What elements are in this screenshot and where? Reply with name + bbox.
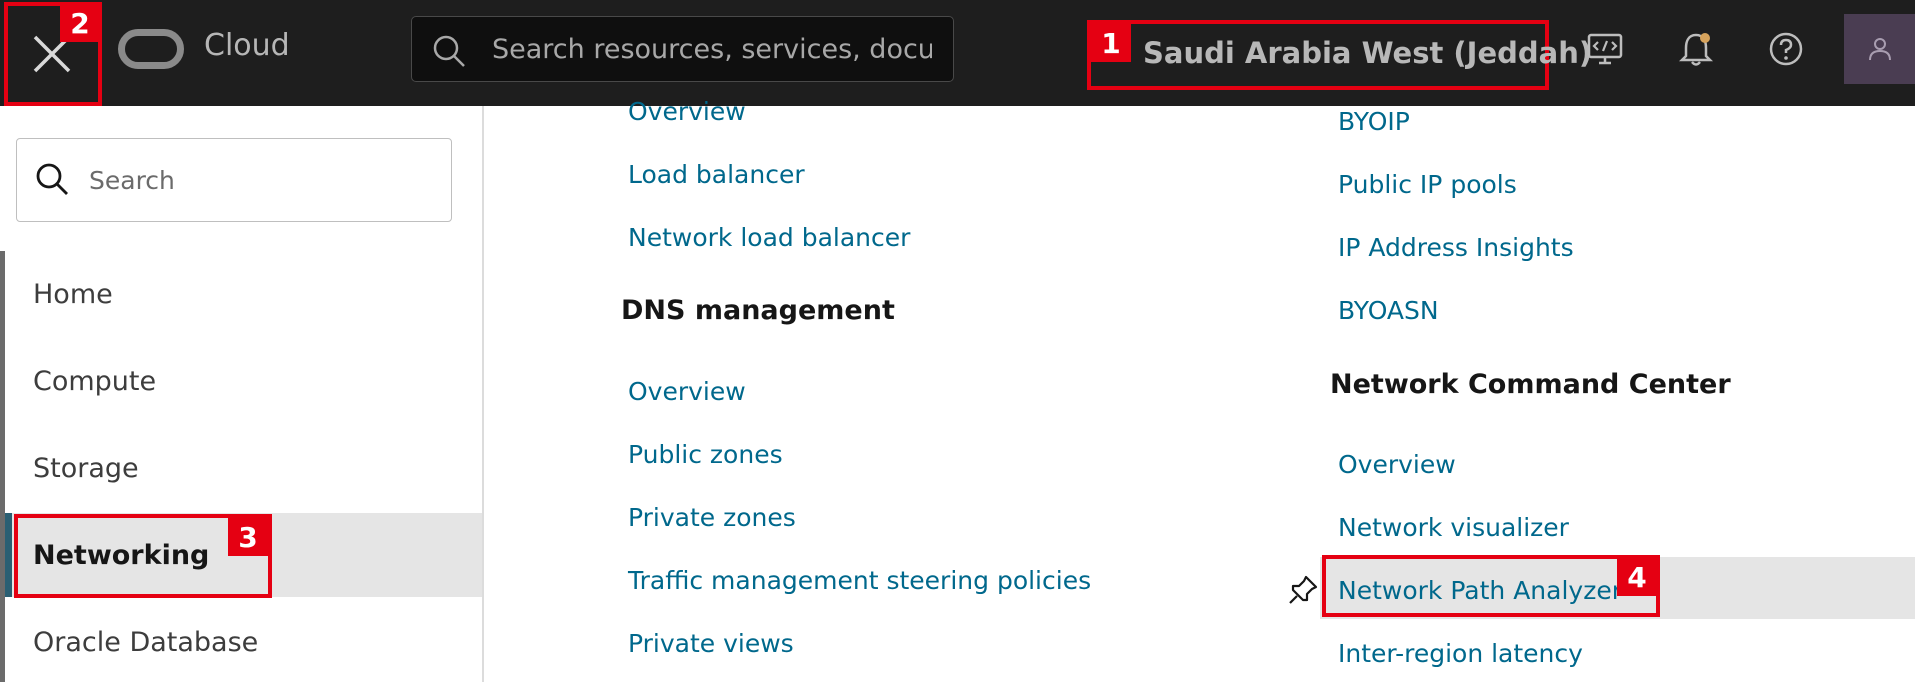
search-icon [36, 163, 68, 195]
link-inter-region-latency[interactable]: Inter-region latency [1338, 639, 1583, 668]
region-label: Saudi Arabia West (Jeddah) [1143, 36, 1593, 70]
link-network-path-analyzer[interactable]: Network Path Analyzer [1338, 576, 1622, 605]
link-load-balancing-overview[interactable]: Overview [628, 97, 746, 126]
sidebar-item-compute[interactable]: Compute [5, 339, 482, 423]
navigation-sidebar: Home Compute Storage Networking Oracle D… [0, 106, 484, 682]
link-network-visualizer[interactable]: Network visualizer [1338, 513, 1569, 542]
link-dns-overview[interactable]: Overview [628, 377, 746, 406]
link-ncc-overview[interactable]: Overview [1338, 450, 1456, 479]
link-public-zones[interactable]: Public zones [628, 440, 783, 469]
oracle-logo-icon[interactable] [118, 29, 184, 69]
dns-management-heading: DNS management [621, 295, 895, 326]
link-network-load-balancer[interactable]: Network load balancer [628, 223, 910, 252]
sidebar-search[interactable] [16, 138, 452, 222]
region-selector[interactable]: Saudi Arabia West (Jeddah) [1087, 20, 1592, 90]
sidebar-item-home[interactable]: Home [5, 252, 482, 336]
network-command-center-heading: Network Command Center [1330, 369, 1731, 400]
link-ip-address-insights[interactable]: IP Address Insights [1338, 233, 1574, 262]
search-icon [433, 35, 465, 67]
link-private-zones[interactable]: Private zones [628, 503, 796, 532]
help-icon [1769, 32, 1803, 66]
annotation-badge-4: 4 [1617, 558, 1657, 596]
sidebar-search-input[interactable] [89, 139, 429, 221]
notifications-button[interactable] [1671, 24, 1721, 74]
cloud-shell-button[interactable] [1580, 24, 1630, 74]
annotation-badge-1: 1 [1091, 24, 1131, 62]
link-private-views[interactable]: Private views [628, 629, 794, 658]
pin-icon[interactable] [1286, 573, 1320, 607]
bell-icon [1678, 33, 1714, 66]
link-load-balancer[interactable]: Load balancer [628, 160, 805, 189]
link-byoip[interactable]: BYOIP [1338, 107, 1410, 136]
link-byoasn[interactable]: BYOASN [1338, 296, 1439, 325]
link-public-ip-pools[interactable]: Public IP pools [1338, 170, 1517, 199]
cloud-shell-icon [1587, 33, 1623, 65]
link-traffic-management-steering-policies[interactable]: Traffic management steering policies [628, 566, 1091, 595]
brand-label: Cloud [204, 28, 290, 63]
annotation-badge-3: 3 [228, 518, 268, 556]
top-bar: Cloud Saudi Arabia West (Jeddah) [0, 0, 1915, 106]
sidebar-item-storage[interactable]: Storage [5, 426, 482, 510]
user-icon [1868, 38, 1891, 61]
help-button[interactable] [1761, 24, 1811, 74]
global-search[interactable] [411, 16, 954, 82]
annotation-badge-2: 2 [60, 4, 100, 42]
user-avatar[interactable] [1844, 14, 1915, 84]
global-search-input[interactable] [492, 17, 932, 81]
sidebar-item-oracle-database[interactable]: Oracle Database [5, 600, 482, 684]
